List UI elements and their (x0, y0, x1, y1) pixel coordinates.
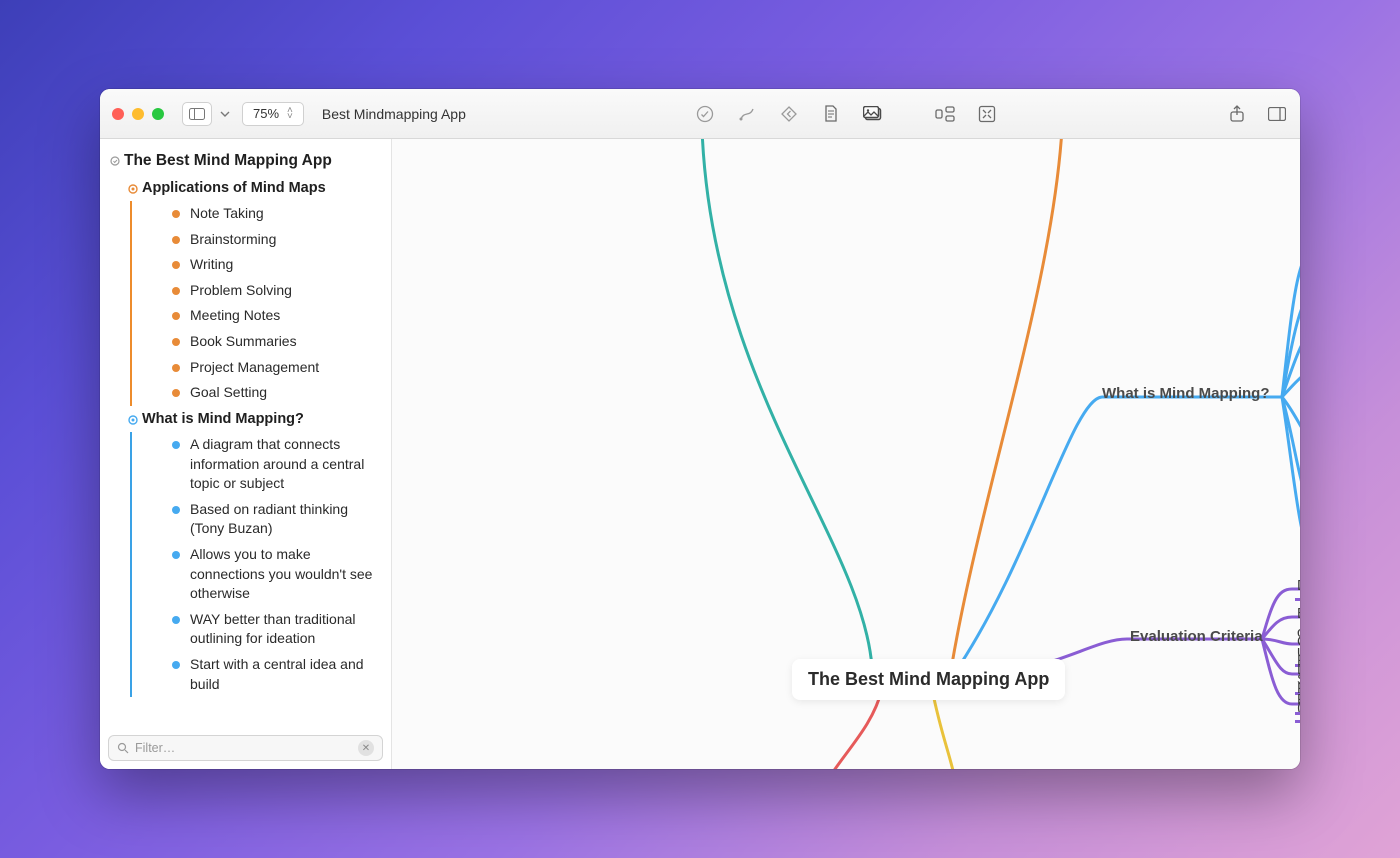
outline-root[interactable]: The Best Mind Mapping App (106, 147, 381, 175)
sidebar-toggle-button[interactable] (182, 102, 212, 126)
outline-item[interactable]: A diagram that connects information arou… (132, 432, 381, 497)
note-tool-button[interactable] (820, 103, 842, 125)
search-icon (117, 742, 129, 754)
back-tool-button[interactable] (778, 103, 800, 125)
zoom-control[interactable]: 75% ˄˅ (242, 102, 304, 126)
outline-item[interactable]: Based on radiant thinking (Tony Buzan) (132, 497, 381, 542)
zoom-value: 75% (253, 106, 279, 121)
map-node[interactable]: Design (1295, 575, 1300, 601)
minimize-window-button[interactable] (132, 108, 144, 120)
map-branch-title[interactable]: Evaluation Criteria (1130, 627, 1263, 647)
outline-item[interactable]: Allows you to make connections you would… (132, 542, 381, 607)
app-window: 75% ˄˅ Best Mindmapping App (100, 89, 1300, 769)
layout-icon (935, 106, 955, 122)
chevron-down-icon (220, 111, 230, 117)
clear-filter-button[interactable]: ✕ (358, 740, 374, 756)
note-icon (823, 105, 839, 123)
disclosure-icon (128, 415, 138, 425)
outline-section[interactable]: Applications of Mind Maps (106, 175, 381, 201)
outline-item[interactable]: Book Summaries (132, 329, 381, 355)
disclosure-icon (110, 156, 120, 166)
outline-item[interactable]: WAY better than traditional outlining fo… (132, 607, 381, 652)
outline-section[interactable]: What is Mind Mapping? (106, 406, 381, 432)
outline-item[interactable]: Writing (132, 252, 381, 278)
sidebar-icon (189, 108, 205, 120)
mindmap-canvas[interactable]: The Best Mind Mapping App Project Manage… (392, 139, 1300, 769)
share-icon (1229, 105, 1245, 123)
inspector-toggle-button[interactable] (1266, 103, 1288, 125)
image-icon (863, 106, 883, 122)
outline-sidebar: The Best Mind Mapping App Applications o… (100, 139, 392, 769)
image-tool-button[interactable] (862, 103, 884, 125)
checkmark-circle-icon (696, 105, 714, 123)
traffic-lights (112, 108, 164, 120)
outline-item[interactable]: Note Taking (132, 201, 381, 227)
outline-item[interactable]: Project Management (132, 355, 381, 381)
inspector-icon (1268, 107, 1286, 121)
layout-tool-button[interactable] (934, 103, 956, 125)
connection-tool-button[interactable] (736, 103, 758, 125)
filter-input[interactable]: Filter… ✕ (108, 735, 383, 761)
outline-item[interactable]: Meeting Notes (132, 303, 381, 329)
outline-root-label: The Best Mind Mapping App (124, 150, 332, 172)
zoom-window-button[interactable] (152, 108, 164, 120)
map-branch-title[interactable]: What is Mind Mapping? (1102, 384, 1269, 404)
share-button[interactable] (1226, 103, 1248, 125)
focus-tool-button[interactable] (976, 103, 998, 125)
titlebar: 75% ˄˅ Best Mindmapping App (100, 89, 1300, 139)
document-title: Best Mindmapping App (322, 106, 466, 122)
connection-icon (738, 105, 756, 123)
outline-section-label: Applications of Mind Maps (142, 178, 326, 198)
focus-icon (978, 105, 996, 123)
outline-item[interactable]: Problem Solving (132, 278, 381, 304)
outline-tree[interactable]: The Best Mind Mapping App Applications o… (100, 139, 391, 769)
filter-placeholder: Filter… (135, 741, 175, 755)
outline-section-label: What is Mind Mapping? (142, 409, 304, 429)
toolbar-center (694, 103, 998, 125)
center-node[interactable]: The Best Mind Mapping App (792, 659, 1065, 700)
outline-item[interactable]: Goal Setting (132, 380, 381, 406)
checkmark-tool-button[interactable] (694, 103, 716, 125)
sidebar-menu-button[interactable] (218, 102, 232, 126)
stepper-icon: ˄˅ (287, 108, 293, 120)
close-window-button[interactable] (112, 108, 124, 120)
disclosure-icon (128, 184, 138, 194)
back-diamond-icon (780, 105, 798, 123)
outline-item[interactable]: Brainstorming (132, 227, 381, 253)
outline-item[interactable]: Start with a central idea and build (132, 652, 381, 697)
map-node[interactable]: Price (1295, 689, 1300, 715)
